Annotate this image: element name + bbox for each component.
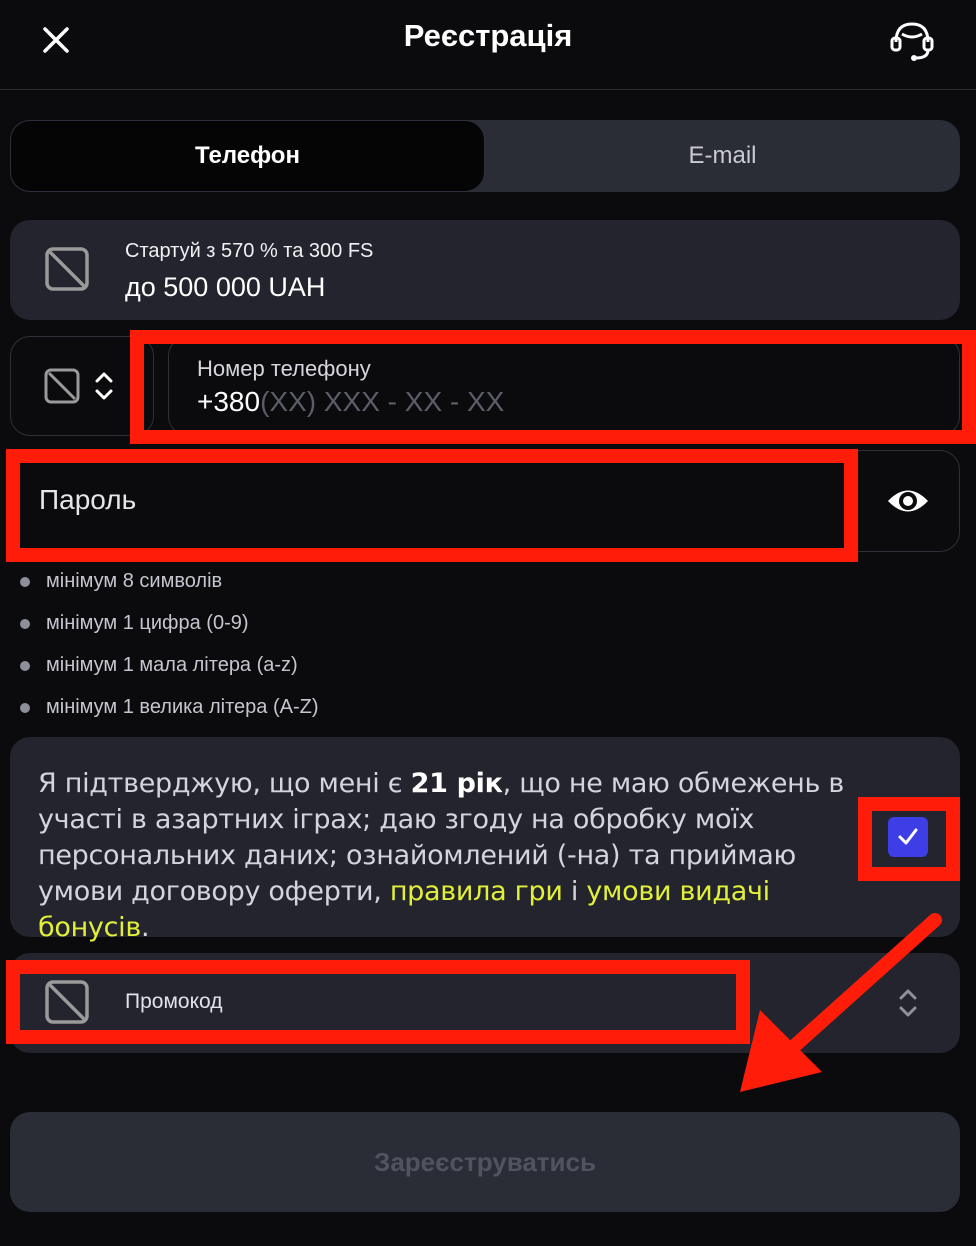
highlight-box-phone [130, 330, 976, 444]
bullet-icon [20, 576, 30, 587]
tab-email[interactable]: E-mail [485, 120, 960, 192]
flag-placeholder-icon [44, 368, 80, 404]
bullet-icon [20, 660, 30, 671]
register-button[interactable]: Зареєструватись [10, 1112, 960, 1212]
password-requirement: мінімум 8 символів [20, 570, 222, 593]
highlight-box-checkbox [858, 797, 960, 881]
close-icon[interactable] [36, 20, 76, 60]
highlight-box-password [6, 449, 858, 562]
bonus-subtitle: Стартуй з 570 % та 300 FS [125, 240, 374, 262]
bullet-icon [20, 702, 30, 713]
annotation-arrow-icon [730, 900, 960, 1100]
headset-support-icon[interactable] [888, 18, 936, 62]
password-requirement: мінімум 1 велика літера (A-Z) [20, 696, 319, 719]
tab-phone[interactable]: Телефон [10, 120, 485, 192]
bonus-amount: до 500 000 UAH [125, 272, 326, 302]
header [0, 0, 976, 90]
image-placeholder-icon [44, 246, 90, 292]
bonus-card[interactable] [10, 220, 960, 320]
password-requirement: мінімум 1 цифра (0-9) [20, 612, 249, 635]
chevron-up-down-icon [92, 370, 116, 402]
password-requirement: мінімум 1 мала літера (a-z) [20, 654, 298, 677]
highlight-box-promo [6, 960, 750, 1044]
bullet-icon [20, 618, 30, 629]
eye-icon[interactable] [884, 480, 932, 522]
rules-link[interactable]: правила гри [390, 876, 563, 907]
